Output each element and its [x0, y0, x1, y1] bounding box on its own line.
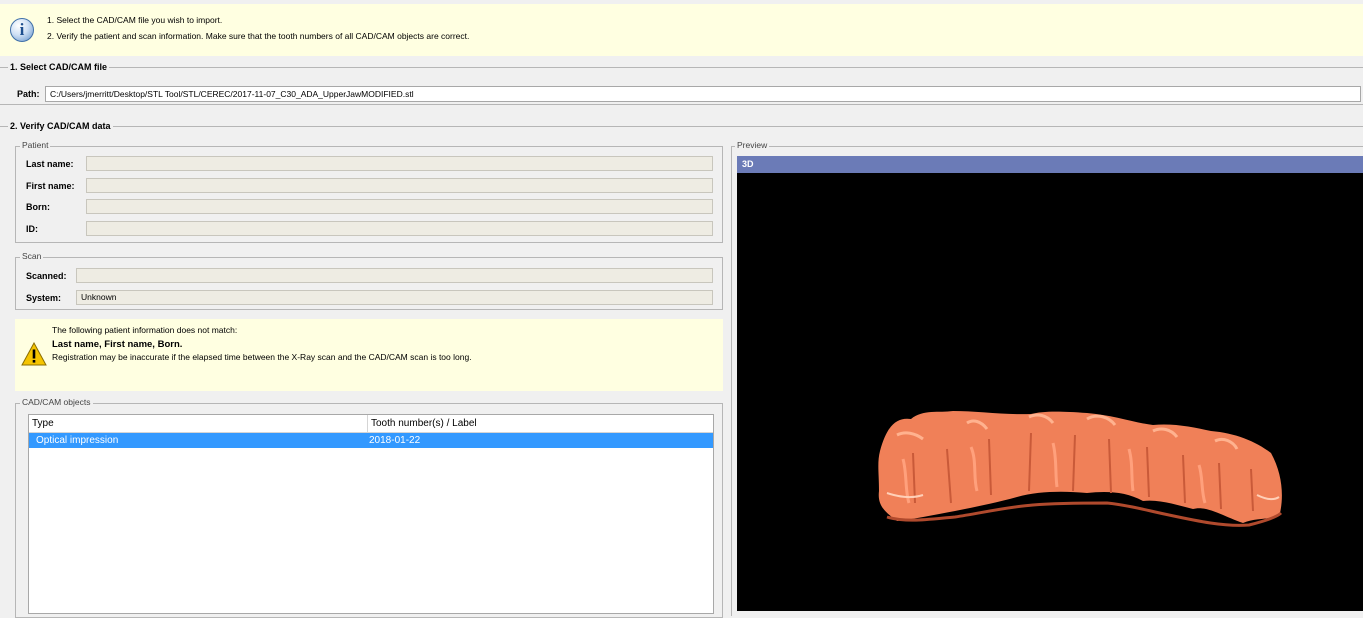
cadcam-objects-table[interactable]: Type Tooth number(s) / Label Optical imp…	[28, 414, 714, 614]
last-name-field[interactable]	[86, 156, 713, 171]
instruction-step-1: 1. Select the CAD/CAM file you wish to i…	[47, 15, 223, 25]
born-field[interactable]	[86, 199, 713, 214]
upper-jaw-3d-model-icon	[878, 411, 1283, 527]
warning-mismatch-fields: Last name, First name, Born.	[52, 339, 183, 350]
patient-title: Patient	[20, 140, 51, 151]
preview-title: Preview	[735, 140, 770, 151]
table-header: Type Tooth number(s) / Label	[29, 415, 713, 433]
last-name-label: Last name:	[26, 159, 74, 169]
scanned-field[interactable]	[76, 268, 713, 283]
path-input[interactable]: C:/Users/jmerritt/Desktop/STL Tool/STL/C…	[45, 86, 1361, 102]
system-field[interactable]: Unknown	[76, 290, 713, 305]
system-label: System:	[26, 293, 62, 303]
info-icon: i	[10, 18, 34, 42]
warning-line-3: Registration may be inaccurate if the el…	[52, 352, 472, 362]
row-type-cell: Optical impression	[36, 435, 119, 446]
path-label: Path:	[17, 89, 40, 99]
born-label: Born:	[26, 202, 50, 212]
scan-title: Scan	[20, 251, 44, 262]
tab-3d[interactable]: 3D	[742, 159, 754, 169]
instructions-panel: i 1. Select the CAD/CAM file you wish to…	[0, 4, 1363, 56]
cadcam-objects-title: CAD/CAM objects	[20, 397, 93, 408]
id-label: ID:	[26, 224, 38, 234]
first-name-field[interactable]	[86, 178, 713, 193]
instruction-step-2: 2. Verify the patient and scan informati…	[47, 31, 470, 41]
scanned-label: Scanned:	[26, 271, 67, 281]
preview-3d-viewport[interactable]	[737, 173, 1363, 611]
row-label-cell: 2018-01-22	[369, 435, 421, 446]
warning-line-1: The following patient information does n…	[52, 325, 238, 335]
warning-icon	[21, 342, 47, 366]
select-file-title: 1. Select CAD/CAM file	[8, 62, 110, 73]
preview-tab-bar: 3D	[737, 156, 1363, 173]
table-row[interactable]: Optical impression 2018-01-22	[29, 433, 713, 448]
id-field[interactable]	[86, 221, 713, 236]
column-header-type[interactable]: Type	[29, 415, 367, 432]
column-header-tooth-number[interactable]: Tooth number(s) / Label	[368, 415, 713, 432]
first-name-label: First name:	[26, 181, 75, 191]
verify-data-title: 2. Verify CAD/CAM data	[8, 121, 113, 132]
